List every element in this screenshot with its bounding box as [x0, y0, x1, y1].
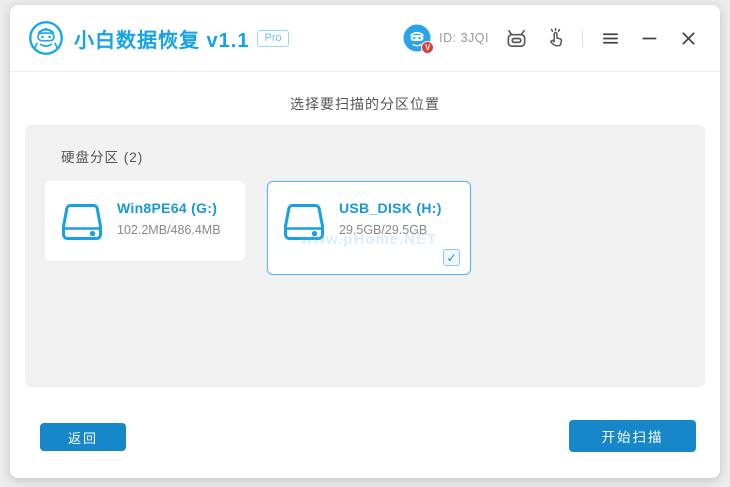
drive-selected-checkbox[interactable]: ✓: [443, 249, 460, 266]
drive-card-usb-disk[interactable]: USB_DISK (H:) 29.5GB/29.5GB www.pHome.NE…: [267, 181, 471, 275]
minimize-icon[interactable]: [638, 27, 661, 50]
drive-card-list: Win8PE64 (G:) 102.2MB/486.4MB USB_DISK (…: [45, 181, 705, 275]
drive-info: USB_DISK (H:) 29.5GB/29.5GB: [339, 200, 442, 242]
app-logo-icon: [29, 21, 63, 55]
close-icon[interactable]: [677, 27, 700, 50]
pro-badge: Pro: [257, 29, 289, 47]
drive-name: Win8PE64 (G:): [117, 200, 218, 216]
partition-count-label: 硬盘分区 (2): [61, 150, 144, 165]
drive-name: USB_DISK (H:): [339, 200, 442, 216]
menu-icon[interactable]: [599, 27, 622, 50]
drive-card-win8pe64[interactable]: Win8PE64 (G:) 102.2MB/486.4MB: [45, 181, 245, 261]
partition-panel: 硬盘分区 (2) Win8PE64 (G:) 102.2MB/486.4MB U…: [25, 125, 705, 387]
titlebar-right: V ID: 3JQI: [403, 24, 700, 54]
user-id-label: ID: 3JQI: [439, 31, 489, 45]
back-button[interactable]: 返回: [40, 423, 126, 451]
verified-badge: V: [421, 41, 435, 54]
titlebar: 小白数据恢复 v1.1 Pro V ID: 3JQI: [10, 5, 720, 72]
drive-info: Win8PE64 (G:) 102.2MB/486.4MB: [117, 200, 221, 242]
hard-drive-icon: [62, 204, 102, 240]
app-title: 小白数据恢复 v1.1: [74, 29, 250, 52]
drive-capacity: 29.5GB/29.5GB: [339, 223, 428, 237]
app-window: 小白数据恢复 v1.1 Pro V ID: 3JQI 选择要扫描的分区位置 硬盘…: [10, 5, 720, 478]
feedback-robot-icon[interactable]: [505, 27, 528, 50]
drive-capacity: 102.2MB/486.4MB: [117, 223, 221, 237]
page-title: 选择要扫描的分区位置: [290, 96, 440, 112]
user-avatar[interactable]: V: [403, 24, 435, 54]
hard-drive-icon: [284, 204, 324, 240]
start-scan-button[interactable]: 开始扫描: [569, 420, 696, 452]
hand-click-icon[interactable]: [544, 27, 567, 50]
titlebar-divider: [582, 29, 583, 47]
